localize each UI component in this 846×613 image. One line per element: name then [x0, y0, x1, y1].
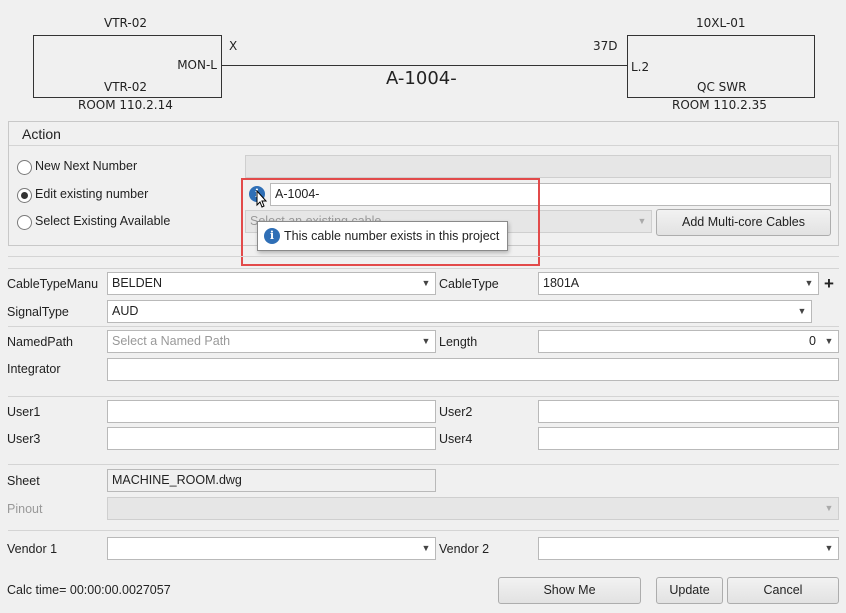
left-node-room: ROOM 110.2.14 — [78, 98, 173, 112]
user4-label: User4 — [439, 432, 473, 446]
user1-label: User1 — [7, 405, 41, 419]
right-device-box[interactable]: L.2 QC SWR — [627, 35, 815, 98]
action-title: Action — [22, 126, 61, 142]
chevron-down-icon: ▼ — [824, 503, 834, 513]
highlight-annotation — [241, 178, 540, 266]
divider — [8, 530, 839, 531]
radio-select-existing-available[interactable] — [17, 215, 32, 230]
user3-input[interactable] — [107, 427, 436, 450]
chevron-down-icon[interactable]: ▼ — [417, 273, 435, 294]
radio-select-existing-available-label[interactable]: Select Existing Available — [35, 214, 170, 228]
signal-type-value: AUD — [112, 304, 139, 318]
left-node-inner-label: VTR-02 — [104, 80, 147, 94]
integrator-label: Integrator — [7, 362, 61, 376]
sheet-field: MACHINE_ROOM.dwg — [107, 469, 436, 492]
pinout-label: Pinout — [7, 502, 43, 516]
add-cable-type-icon[interactable]: + — [821, 274, 837, 294]
cable-type-manu-dropdown[interactable]: BELDEN ▼ — [107, 272, 436, 295]
cable-line[interactable] — [222, 65, 627, 66]
radio-edit-existing-number-label[interactable]: Edit existing number — [35, 187, 148, 201]
pinout-dropdown: ▼ — [107, 497, 839, 520]
show-me-button[interactable]: Show Me — [498, 577, 641, 604]
integrator-input[interactable] — [107, 358, 839, 381]
cable-type-label: CableType — [439, 277, 499, 291]
cable-type-manu-label: CableTypeManu — [7, 277, 99, 291]
right-node-title: 10XL-01 — [696, 16, 746, 30]
chevron-down-icon[interactable]: ▼ — [417, 538, 435, 559]
divider — [8, 268, 839, 269]
divider — [8, 464, 839, 465]
cable-type-manu-value: BELDEN — [112, 276, 163, 290]
length-label: Length — [439, 335, 478, 349]
named-path-dropdown[interactable]: Select a Named Path ▼ — [107, 330, 436, 353]
left-node-port: MON-L — [177, 58, 217, 72]
left-connector-label: X — [229, 39, 238, 53]
vendor2-dropdown[interactable]: ▼ — [538, 537, 839, 560]
action-group-header — [9, 122, 838, 146]
left-device-box[interactable]: MON-L VTR-02 — [33, 35, 222, 98]
chevron-down-icon[interactable]: ▼ — [417, 331, 435, 352]
divider — [8, 256, 839, 257]
right-node-room: ROOM 110.2.35 — [672, 98, 767, 112]
user3-label: User3 — [7, 432, 41, 446]
left-node-title: VTR-02 — [104, 16, 147, 30]
signal-type-dropdown[interactable]: AUD ▼ — [107, 300, 812, 323]
radio-new-next-number[interactable] — [17, 160, 32, 175]
user2-input[interactable] — [538, 400, 839, 423]
length-spinner[interactable]: 0 ▼ — [538, 330, 839, 353]
named-path-label: NamedPath — [7, 335, 74, 349]
update-button[interactable]: Update — [656, 577, 723, 604]
length-value: 0 — [809, 334, 816, 348]
cable-label: A-1004- — [386, 68, 457, 89]
user1-input[interactable] — [107, 400, 436, 423]
chevron-down-icon: ▼ — [637, 216, 647, 226]
user4-input[interactable] — [538, 427, 839, 450]
sheet-label: Sheet — [7, 474, 40, 488]
signal-type-label: SignalType — [7, 305, 69, 319]
cancel-button[interactable]: Cancel — [727, 577, 839, 604]
new-number-field — [245, 155, 831, 178]
vendor1-label: Vendor 1 — [7, 542, 58, 556]
radio-edit-existing-number[interactable] — [17, 188, 32, 203]
chevron-down-icon[interactable]: ▼ — [820, 538, 838, 559]
right-node-port: L.2 — [631, 60, 650, 74]
right-node-inner-label: QC SWR — [697, 80, 747, 94]
divider — [8, 326, 839, 327]
chevron-down-icon[interactable]: ▼ — [800, 273, 818, 294]
user2-label: User2 — [439, 405, 473, 419]
chevron-down-icon[interactable]: ▼ — [820, 331, 838, 352]
right-connector-label: 37D — [593, 39, 618, 53]
chevron-down-icon[interactable]: ▼ — [793, 301, 811, 322]
radio-new-next-number-label[interactable]: New Next Number — [35, 159, 137, 173]
cable-type-value: 1801A — [543, 276, 580, 290]
vendor1-dropdown[interactable]: ▼ — [107, 537, 436, 560]
named-path-placeholder: Select a Named Path — [112, 334, 231, 348]
add-multicore-cables-button[interactable]: Add Multi-core Cables — [656, 209, 831, 236]
vendor2-label: Vendor 2 — [439, 542, 490, 556]
calc-time: Calc time= 00:00:00.0027057 — [7, 583, 171, 597]
cable-type-dropdown[interactable]: 1801A ▼ — [538, 272, 819, 295]
divider — [8, 396, 839, 397]
